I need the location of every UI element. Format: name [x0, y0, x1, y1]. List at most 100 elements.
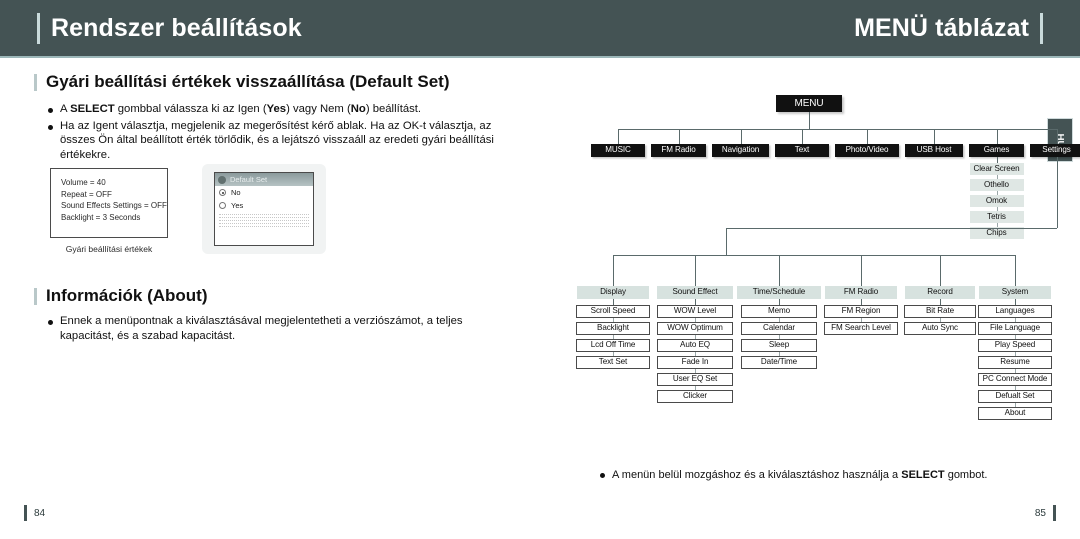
menu-settings-item-file-language[interactable]: File Language	[978, 322, 1052, 335]
manual-page-spread: Rendszer beállítások MENÜ táblázat HU Gy…	[0, 0, 1080, 539]
dialog-divider	[219, 217, 309, 218]
menu-games-item-clear-screen[interactable]: Clear Screen	[969, 163, 1024, 175]
menu-settings-item-date-time[interactable]: Date/Time	[741, 356, 817, 369]
menu-settings-group-fm-radio[interactable]: FM Radio	[825, 286, 897, 299]
dialog-divider	[219, 214, 309, 215]
menu-games-item-othello[interactable]: Othello	[969, 179, 1024, 191]
menu-settings-item-calendar[interactable]: Calendar	[741, 322, 817, 335]
tree-connector-horizontal	[618, 129, 1057, 130]
menu-settings-item-auto-eq[interactable]: Auto EQ	[657, 339, 733, 352]
header-left-title: Rendszer beállítások	[51, 14, 302, 42]
about-bullets: Ennek a menüpontnak a kiválasztásával me…	[48, 314, 518, 345]
dialog-title-bar: Default Set	[215, 173, 313, 186]
tree-connector-vertical	[861, 255, 862, 286]
tree-connector-vertical	[996, 129, 998, 144]
tree-connector-vertical	[934, 129, 935, 144]
menu-games-item-omok[interactable]: Omok	[969, 195, 1024, 207]
menu-settings-item-text-set[interactable]: Text Set	[576, 356, 650, 369]
emphasis: No	[350, 103, 366, 115]
menu-level1-navigation[interactable]: Navigation	[712, 144, 769, 157]
page-number-right: 85	[1035, 505, 1056, 521]
tree-connector-vertical	[618, 129, 619, 144]
lcd-setting-line: Volume = 40	[61, 178, 106, 187]
menu-settings-item-wow-level[interactable]: WOW Level	[657, 305, 733, 318]
menu-tree-note-text: A menün belül mozgáshoz és a kiválasztás…	[612, 469, 988, 481]
page-tick-icon	[1053, 505, 1056, 521]
menu-settings-group-display[interactable]: Display	[577, 286, 649, 299]
emphasis: SELECT	[70, 103, 115, 115]
menu-level1-games[interactable]: Games	[969, 144, 1024, 157]
page-number-left-label: 84	[34, 507, 46, 519]
dialog-option-yes[interactable]: Yes	[215, 199, 313, 212]
menu-settings-group-sound-effect[interactable]: Sound Effect	[657, 286, 733, 299]
tree-connector-vertical	[779, 255, 780, 286]
tree-connector-vertical	[695, 255, 696, 286]
menu-settings-item-resume[interactable]: Resume	[978, 356, 1052, 369]
default-values-lcd-shot: Volume = 40 Repeat = OFF Sound Effects Set…	[50, 168, 168, 238]
tree-connector-vertical	[867, 129, 868, 144]
header-left-tick-icon	[37, 13, 40, 44]
menu-settings-group-system[interactable]: System	[979, 286, 1051, 299]
menu-level1-settings[interactable]: Settings	[1030, 144, 1080, 157]
section-tick-icon	[34, 287, 37, 305]
menu-level1-usb-host[interactable]: USB Host	[905, 144, 963, 157]
header-left-title-group: Rendszer beállítások	[37, 13, 302, 44]
page-number-left: 84	[24, 505, 45, 521]
default-set-dialog-screen: Default Set No Yes	[214, 172, 314, 246]
menu-settings-item-bit-rate[interactable]: Bit Rate	[904, 305, 976, 318]
menu-settings-item-pc-connect-mode[interactable]: PC Connect Mode	[978, 373, 1052, 386]
menu-level1-fm-radio[interactable]: FM Radio	[651, 144, 706, 157]
section-title-default-set-label: Gyári beállítási értékek visszaállítása …	[46, 72, 450, 91]
lcd-setting-line: Sound Effects Settings = OFF	[61, 201, 167, 210]
emphasis: Yes	[266, 103, 287, 115]
radio-icon[interactable]	[219, 202, 226, 209]
menu-settings-item-defualt-set[interactable]: Defualt Set	[978, 390, 1052, 403]
menu-settings-item-scroll-speed[interactable]: Scroll Speed	[576, 305, 650, 318]
default-set-dialog-shot: Default Set No Yes	[202, 164, 326, 254]
menu-settings-item-clicker[interactable]: Clicker	[657, 390, 733, 403]
dialog-option-no[interactable]: No	[215, 186, 313, 199]
section-title-about: Információk (About)	[34, 286, 208, 306]
bullet-icon	[48, 320, 53, 325]
menu-settings-group-record[interactable]: Record	[905, 286, 975, 299]
menu-settings-item-memo[interactable]: Memo	[741, 305, 817, 318]
radio-icon[interactable]	[219, 189, 226, 196]
page-number-right-label: 85	[1034, 507, 1046, 519]
bullet-text: Ennek a menüpontnak a kiválasztásával me…	[60, 315, 463, 342]
menu-settings-item-languages[interactable]: Languages	[978, 305, 1052, 318]
tree-connector-vertical	[678, 129, 680, 144]
tree-connector-vertical	[940, 255, 941, 286]
menu-level1-music[interactable]: MUSIC	[591, 144, 645, 157]
emphasis: SELECT	[901, 469, 945, 481]
menu-settings-item-sleep[interactable]: Sleep	[741, 339, 817, 352]
menu-settings-item-fade-in[interactable]: Fade In	[657, 356, 733, 369]
menu-settings-item-play-speed[interactable]: Play Speed	[978, 339, 1052, 352]
lcd-setting-line: Backlight = 3 Seconds	[61, 212, 141, 222]
header-right-tick-icon	[1040, 13, 1043, 44]
tree-connector-vertical	[809, 112, 810, 129]
menu-games-item-tetris[interactable]: Tetris	[969, 211, 1024, 223]
menu-settings-item-fm-region[interactable]: FM Region	[824, 305, 898, 318]
tree-connector-vertical	[613, 255, 614, 286]
menu-level1-text[interactable]: Text	[775, 144, 829, 157]
menu-settings-item-wow-optimum[interactable]: WOW Optimum	[657, 322, 733, 335]
tree-connector-vertical	[1015, 255, 1016, 286]
dialog-option-label: No	[231, 188, 241, 197]
menu-root-node[interactable]: MENU	[776, 95, 842, 112]
menu-settings-group-time-schedule[interactable]: Time/Schedule	[737, 286, 821, 299]
screenshot-illustrations: Volume = 40 Repeat = OFF Sound Effects Set…	[50, 164, 350, 268]
menu-settings-item-about[interactable]: About	[978, 407, 1052, 420]
bullet-item: Ha az Igent választja, megjelenik az meg…	[48, 119, 518, 163]
bullet-text: Ha az Igent választja, megjelenik az meg…	[60, 119, 494, 161]
tree-connector-vertical	[740, 129, 742, 144]
menu-level1-photo-video[interactable]: Photo/Video	[835, 144, 899, 157]
default-set-bullets: A SELECT gombbal válassza ki az Igen (Ye…	[48, 102, 518, 164]
menu-settings-item-user-eq-set[interactable]: User EQ Set	[657, 373, 733, 386]
menu-settings-item-backlight[interactable]: Backlight	[576, 322, 650, 335]
lcd-setting-line: Repeat = OFF	[61, 189, 112, 199]
dialog-divider	[219, 223, 309, 224]
menu-settings-item-lcd-off-time[interactable]: Lcd Off Time	[576, 339, 650, 352]
tree-connector-horizontal	[613, 255, 1015, 256]
menu-settings-item-fm-search-level[interactable]: FM Search Level	[824, 322, 898, 335]
menu-settings-item-auto-sync[interactable]: Auto Sync	[904, 322, 976, 335]
